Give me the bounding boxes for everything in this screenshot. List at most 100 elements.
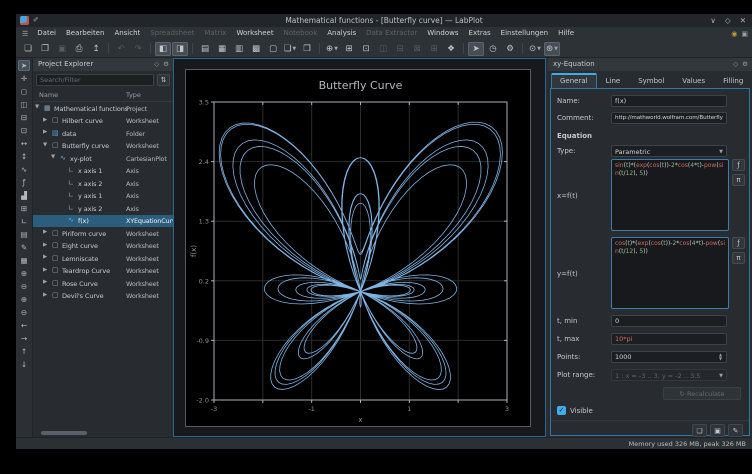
expander-collapse-icon[interactable]: ▼ bbox=[43, 142, 47, 148]
tab-general[interactable]: General bbox=[551, 73, 597, 89]
new-matrix-button[interactable]: ▩ bbox=[248, 42, 264, 56]
shift-left-x-button[interactable]: ← bbox=[18, 320, 30, 331]
zoom-out-y-button[interactable]: ⊖ bbox=[18, 307, 30, 318]
shift-down-y-button[interactable]: ↓ bbox=[18, 359, 30, 370]
presenter-mode-button[interactable]: ⊛ ▼ bbox=[544, 41, 560, 56]
zoom-mode-button[interactable]: ⊕ ▼ bbox=[324, 42, 340, 56]
butterfly-plot[interactable]: -3 -1 1 3 -2.0 -0.9 0.2 1.3 2.4 3.5 Butterfly Curv… bbox=[186, 70, 532, 428]
menu-analysis[interactable]: Analysis bbox=[322, 27, 361, 40]
y-equation-field[interactable]: cos(t)*(exp(cos(t))-2*cos(4*t)-pow(sin(t… bbox=[611, 237, 729, 309]
name-field[interactable] bbox=[611, 95, 727, 107]
tree-row-x-axis-2[interactable]: ∟ x axis 2 Axis bbox=[33, 177, 173, 190]
plot-auto-scale-y-button[interactable]: ↕ bbox=[18, 151, 30, 162]
constants-list-button[interactable]: π bbox=[732, 252, 745, 264]
print-button[interactable]: ⎙ bbox=[71, 42, 87, 56]
close-icon[interactable]: ✕ bbox=[740, 14, 746, 27]
donate-icon[interactable]: ◉ bbox=[731, 30, 737, 38]
tab-values[interactable]: Values bbox=[673, 73, 714, 89]
new-project-button[interactable]: ❏ bbox=[20, 42, 36, 56]
new-notebook-button[interactable]: ❏ ▼ bbox=[282, 42, 298, 56]
menu-hilfe[interactable]: Hilfe bbox=[553, 27, 579, 40]
add-axis-button[interactable]: ∟ bbox=[18, 216, 30, 227]
tree-column-headers[interactable]: Name Type bbox=[33, 90, 173, 102]
column-type[interactable]: Type bbox=[126, 91, 141, 99]
notifications-icon[interactable]: ▣ bbox=[741, 30, 748, 38]
plot-select-mode-button[interactable]: ➤ bbox=[18, 60, 30, 71]
tmax-field[interactable] bbox=[611, 333, 727, 345]
tree-row-data[interactable]: ▶ ▧ data Folder bbox=[33, 127, 173, 140]
new-folder-button[interactable]: ▤ bbox=[197, 42, 213, 56]
menu-ansicht[interactable]: Ansicht bbox=[109, 27, 145, 40]
zoom-in-y-button[interactable]: ⊕ bbox=[18, 294, 30, 305]
plot-zoom-select-button[interactable]: ◻ bbox=[18, 86, 30, 97]
expander-expand-icon[interactable]: ▶ bbox=[43, 229, 47, 235]
fullscreen-button[interactable]: ❖ bbox=[443, 42, 459, 56]
plot-auto-scale-x-button[interactable]: ↔ bbox=[18, 138, 30, 149]
add-boxplot-button[interactable]: ⊞ bbox=[18, 203, 30, 214]
tree-row-mathematical-functions[interactable]: ▼ ▦ Mathematical functions Project bbox=[33, 102, 173, 115]
tmin-field[interactable] bbox=[611, 315, 727, 327]
expander-expand-icon[interactable]: ▶ bbox=[43, 292, 47, 298]
horizontal-scrollbar[interactable] bbox=[41, 431, 87, 435]
navigate-mode-button[interactable]: ◷ bbox=[485, 42, 501, 56]
hamburger-icon[interactable]: ☰ bbox=[18, 30, 32, 38]
shift-up-y-button[interactable]: ↑ bbox=[18, 346, 30, 357]
tree-row-rose-curve[interactable]: ▶ ▢ Rose Curve Worksheet bbox=[33, 277, 173, 290]
tree-row-x-axis-1[interactable]: ∟ x axis 1 Axis bbox=[33, 165, 173, 178]
menu-windows[interactable]: Windows bbox=[422, 27, 463, 40]
functions-list-button[interactable]: ƒ bbox=[732, 159, 745, 171]
tab-filling[interactable]: Filling bbox=[714, 73, 752, 89]
plot-auto-scale-button[interactable]: ⊡ bbox=[18, 125, 30, 136]
minimize-icon[interactable]: ∨ bbox=[710, 14, 716, 27]
filter-options-button[interactable]: ⇅ bbox=[157, 74, 170, 86]
x-equation-field[interactable]: sin(t)*(exp(cos(t))-2*cos(4*t)-pow(sin(t… bbox=[611, 159, 729, 231]
magnification-button[interactable]: ⊙ ▼ bbox=[527, 42, 543, 56]
project-explorer-header[interactable]: Project Explorer ◇ ⚙ bbox=[33, 58, 173, 71]
menu-datei[interactable]: Datei bbox=[32, 27, 61, 40]
tree-row-devil-s-curve[interactable]: ▶ ▢ Devil's Curve Worksheet bbox=[33, 290, 173, 303]
template-load-button[interactable]: ❏ bbox=[692, 424, 707, 437]
new-spreadsheet-button[interactable]: ▥ bbox=[231, 42, 247, 56]
shift-right-x-button[interactable]: → bbox=[18, 333, 30, 344]
type-dropdown[interactable]: Parametric ▼ bbox=[611, 145, 727, 157]
expander-expand-icon[interactable]: ▶ bbox=[43, 267, 47, 273]
dock-settings-icon[interactable]: ⚙ bbox=[163, 58, 169, 71]
expander-expand-icon[interactable]: ▶ bbox=[43, 117, 47, 123]
worksheet-view[interactable]: -3 -1 1 3 -2.0 -0.9 0.2 1.3 2.4 3.5 Butterfly Curv… bbox=[173, 58, 546, 437]
plot-zoom-y-select-button[interactable]: ⊟ bbox=[18, 112, 30, 123]
dock-float-icon[interactable]: ◇ bbox=[733, 58, 738, 71]
expander-expand-icon[interactable]: ▶ bbox=[43, 279, 47, 285]
menu-bearbeiten[interactable]: Bearbeiten bbox=[61, 27, 109, 40]
new-workbook-button[interactable]: ▦ bbox=[214, 42, 230, 56]
column-name[interactable]: Name bbox=[39, 91, 58, 99]
expander-collapse-icon[interactable]: ▼ bbox=[35, 104, 39, 110]
constants-list-button[interactable]: π bbox=[732, 174, 745, 186]
spinner-arrows[interactable]: ▲ ▼ bbox=[716, 351, 725, 363]
dock-settings-icon[interactable]: ⚙ bbox=[742, 58, 748, 71]
tree-row-f-x-[interactable]: ∿ f(x) XYEquationCurve bbox=[33, 214, 173, 227]
properties-header[interactable]: xy-Equation ◇ ⚙ bbox=[548, 58, 752, 71]
visible-checkbox[interactable]: ✓ bbox=[557, 406, 566, 415]
toggle-properties-button[interactable]: ◨ bbox=[172, 41, 188, 56]
select-mode-button[interactable]: ➤ bbox=[468, 41, 484, 56]
tree-row-eight-curve[interactable]: ▶ ▢ Eight curve Worksheet bbox=[33, 240, 173, 253]
functions-list-button[interactable]: ƒ bbox=[732, 237, 745, 249]
tab-symbol[interactable]: Symbol bbox=[629, 73, 673, 89]
expander-collapse-icon[interactable]: ▼ bbox=[51, 154, 55, 160]
tree-row-y-axis-1[interactable]: ∟ y axis 1 Axis bbox=[33, 190, 173, 203]
open-project-button[interactable]: ❐ bbox=[37, 42, 53, 56]
tree-row-piriform-curve[interactable]: ▶ ▢ Piriform curve Worksheet bbox=[33, 227, 173, 240]
add-histogram-button[interactable]: ▟ bbox=[18, 190, 30, 201]
tree-row-butterfly-curve[interactable]: ▼ ▢ Butterfly curve Worksheet bbox=[33, 140, 173, 153]
tree-row-lemniscate[interactable]: ▶ ▢ Lemniscate Worksheet bbox=[33, 252, 173, 265]
expander-expand-icon[interactable]: ▶ bbox=[43, 242, 47, 248]
add-equation-curve-button[interactable]: ƒ bbox=[18, 177, 30, 188]
zoom-in-x-button[interactable]: ⊕ bbox=[18, 268, 30, 279]
export-button[interactable]: ↥ bbox=[88, 42, 104, 56]
tree-row-teardrop-curve[interactable]: ▶ ▢ Teardrop Curve Worksheet bbox=[33, 265, 173, 278]
points-spinbox[interactable] bbox=[611, 351, 727, 363]
comment-field[interactable] bbox=[611, 112, 727, 124]
plot-crosshair-button[interactable]: ✛ bbox=[18, 73, 30, 84]
maximize-icon[interactable]: ◇ bbox=[725, 14, 731, 27]
worksheet-page[interactable]: -3 -1 1 3 -2.0 -0.9 0.2 1.3 2.4 3.5 Butterfly Curv… bbox=[185, 69, 531, 427]
